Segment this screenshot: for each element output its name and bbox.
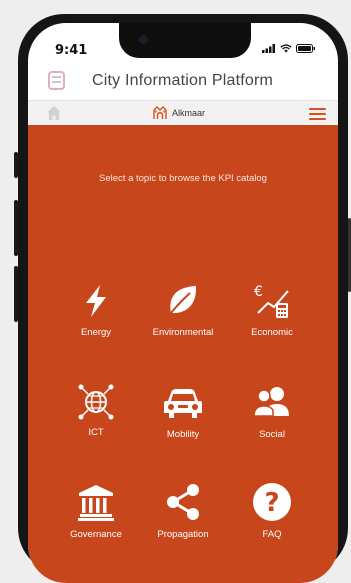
topic-economic[interactable]: € Economic — [227, 283, 317, 338]
city-gate-icon — [153, 106, 167, 119]
car-icon — [164, 389, 202, 418]
question-icon: ? — [253, 483, 291, 521]
nav-bar: Alkmaar — [28, 100, 338, 126]
topic-energy[interactable]: Energy — [51, 283, 141, 338]
phone-side-button — [14, 152, 18, 178]
page-title: City Information Platform — [92, 72, 274, 89]
institution-icon — [78, 485, 114, 521]
app-header: City Information Platform — [28, 67, 338, 99]
lightning-icon — [86, 285, 106, 317]
topic-label: Governance — [70, 529, 122, 540]
wifi-icon — [280, 44, 292, 53]
topic-label: Propagation — [157, 529, 209, 540]
topic-faq[interactable]: ? FAQ — [227, 482, 317, 540]
topic-label: Economic — [251, 327, 293, 338]
phone-side-button — [14, 200, 18, 256]
notch — [119, 23, 251, 58]
topic-ict[interactable]: ICT — [51, 383, 141, 438]
topic-social[interactable]: Social — [227, 385, 317, 440]
svg-text:?: ? — [264, 488, 279, 518]
app-logo-icon — [48, 71, 65, 90]
topic-label: Mobility — [166, 429, 200, 440]
users-icon — [253, 387, 289, 417]
battery-icon — [296, 44, 315, 53]
hamburger-menu-icon[interactable] — [309, 105, 326, 121]
leaf-icon — [170, 286, 197, 314]
city-selector[interactable]: Alkmaar — [152, 105, 205, 120]
signal-icon — [262, 44, 275, 53]
topic-mobility[interactable]: Mobility — [138, 385, 228, 440]
home-icon[interactable] — [46, 105, 62, 121]
economic-icon: € — [254, 284, 289, 318]
topic-label: ICT — [88, 427, 104, 438]
phone-screen: 9:41 City Information Platform Alkmaar S… — [28, 23, 338, 583]
phone-side-button — [14, 266, 18, 322]
topic-label: Social — [259, 429, 285, 440]
topic-propagation[interactable]: Propagation — [138, 483, 228, 540]
topic-label: Energy — [80, 327, 112, 338]
svg-text:€: € — [254, 284, 263, 300]
topic-label: Environmental — [152, 327, 214, 338]
topic-governance[interactable]: Governance — [51, 483, 141, 540]
topic-panel: Select a topic to browse the KPI catalog… — [28, 125, 338, 583]
globe-network-icon — [78, 384, 114, 420]
camera — [139, 35, 148, 44]
city-label: Alkmaar — [172, 107, 206, 118]
status-icons — [262, 44, 316, 53]
topic-prompt: Select a topic to browse the KPI catalog — [99, 173, 267, 184]
share-icon — [167, 484, 199, 520]
topic-environmental[interactable]: Environmental — [138, 283, 228, 338]
status-time: 9:41 — [55, 43, 88, 58]
topic-label: FAQ — [262, 529, 282, 540]
